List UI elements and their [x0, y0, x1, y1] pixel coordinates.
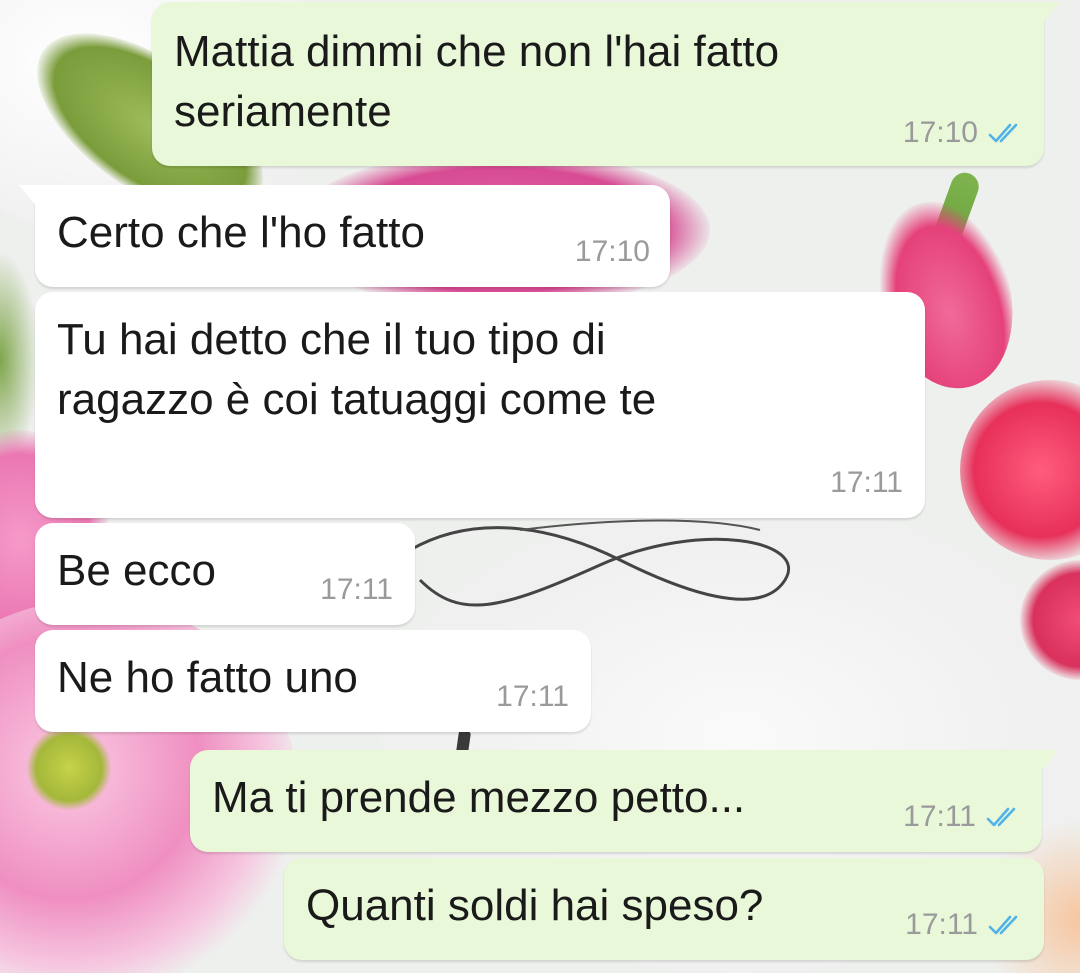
message-text: Certo che l'ho fatto	[57, 208, 425, 257]
message-time: 17:11	[903, 800, 976, 833]
message-time: 17:11	[905, 908, 978, 941]
message-bubble-incoming[interactable]: Tu hai detto che il tuo tipo di ragazzo …	[35, 292, 925, 518]
message-text: Be ecco	[57, 546, 216, 595]
message-time: 17:11	[830, 466, 903, 499]
chat-view: Mattia dimmi che non l'hai fatto seriame…	[0, 0, 1080, 973]
message-meta: 17:11	[830, 466, 903, 500]
double-check-read-icon	[986, 807, 1016, 827]
message-meta: 17:11	[496, 680, 569, 714]
double-check-read-icon	[988, 915, 1018, 935]
message-time: 17:10	[574, 235, 650, 268]
message-time: 17:11	[320, 573, 393, 606]
message-text: Mattia dimmi che non l'hai fatto seriame…	[174, 27, 780, 136]
message-text: Ne ho fatto uno	[57, 653, 358, 702]
message-bubble-incoming[interactable]: Ne ho fatto uno 17:11	[35, 630, 591, 732]
message-text: Ma ti prende mezzo petto...	[212, 773, 746, 822]
wallpaper-ink-swirl	[409, 519, 790, 607]
bubble-tail	[1040, 750, 1058, 772]
message-bubble-outgoing[interactable]: Ma ti prende mezzo petto... 17:11	[190, 750, 1058, 852]
message-time: 17:11	[496, 680, 569, 713]
message-bubble-incoming[interactable]: Be ecco 17:11	[35, 523, 415, 625]
message-meta: 17:11	[903, 800, 1022, 834]
bubble-tail	[19, 185, 37, 207]
message-bubble-outgoing[interactable]: Mattia dimmi che non l'hai fatto seriame…	[152, 2, 1060, 166]
message-bubble-outgoing[interactable]: Quanti soldi hai speso? 17:11	[284, 858, 1044, 960]
message-time: 17:10	[902, 116, 978, 149]
message-text: Tu hai detto che il tuo tipo di ragazzo …	[57, 315, 657, 424]
message-meta: 17:11	[320, 573, 393, 607]
message-bubble-incoming[interactable]: Certo che l'ho fatto 17:10	[19, 185, 670, 287]
message-text: Quanti soldi hai speso?	[306, 881, 764, 930]
wallpaper-rose	[960, 380, 1080, 560]
double-check-read-icon	[988, 123, 1018, 143]
message-meta: 17:10	[903, 116, 1024, 150]
message-meta: 17:11	[905, 908, 1024, 942]
message-meta: 17:10	[575, 235, 650, 269]
bubble-tail	[1042, 2, 1060, 24]
